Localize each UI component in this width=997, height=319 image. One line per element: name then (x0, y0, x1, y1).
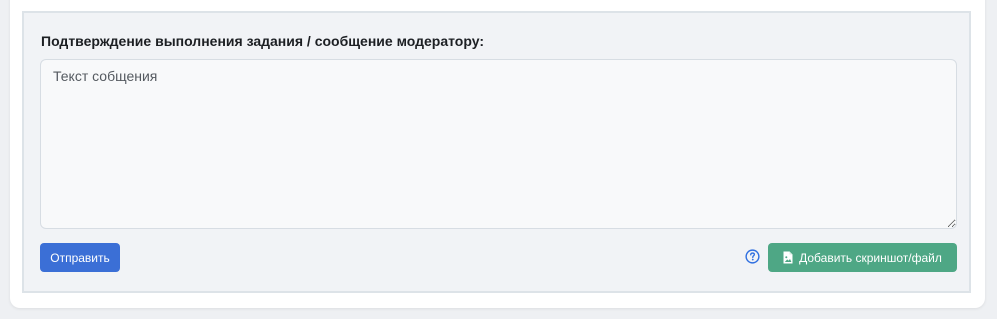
section-label: Подтверждение выполнения задания / сообщ… (41, 33, 484, 49)
message-textarea[interactable] (40, 59, 957, 229)
message-form-panel: Подтверждение выполнения задания / сообщ… (22, 11, 971, 293)
submit-button[interactable]: Отправить (40, 243, 120, 272)
file-image-icon (783, 251, 793, 264)
question-circle-icon[interactable] (745, 249, 760, 264)
add-file-button-label: Добавить скриншот/файл (799, 250, 942, 265)
add-file-button[interactable]: Добавить скриншот/файл (768, 243, 957, 272)
task-card: Подтверждение выполнения задания / сообщ… (10, 0, 985, 308)
message-field-wrapper (40, 59, 957, 229)
